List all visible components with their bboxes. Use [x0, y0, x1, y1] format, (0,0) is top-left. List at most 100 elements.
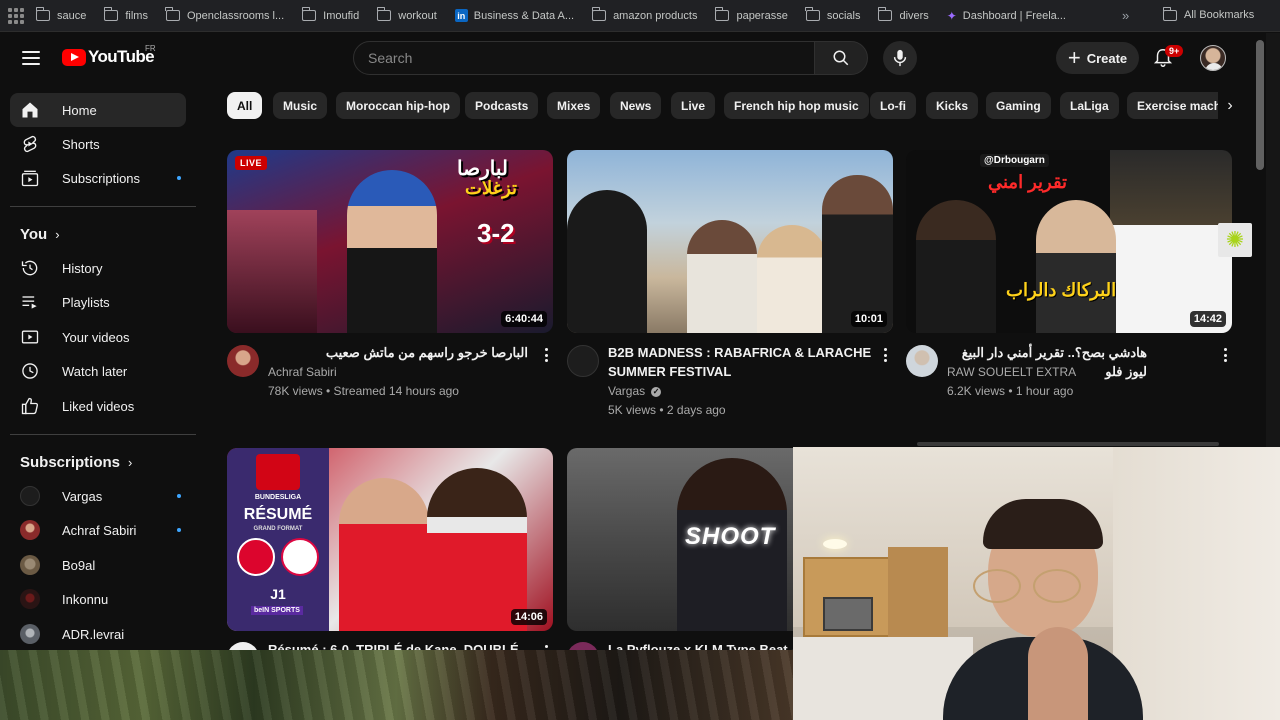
video-thumbnail[interactable]: @Drbougarn تقرير امني البركاك دالراب 14:…	[906, 150, 1232, 333]
chip-french-hip-hop-music[interactable]: French hip hop music	[724, 92, 869, 119]
sidebar-item-shorts[interactable]: Shorts	[10, 127, 186, 161]
video-meta: 78K views • Streamed 14 hours ago	[268, 384, 459, 398]
extension-widget-icon[interactable]: ✺	[1218, 223, 1252, 257]
sidebar-sub-inkonnu[interactable]: Inkonnu	[10, 582, 186, 616]
channel-avatar[interactable]	[906, 345, 938, 377]
new-content-dot	[177, 176, 181, 180]
bookmarks-bar: sauce films Openclassrooms l... Imoufid …	[0, 0, 1280, 32]
chip-music[interactable]: Music	[273, 92, 328, 119]
voice-search-button[interactable]	[883, 41, 917, 75]
sidebar-sub-vargas[interactable]: Vargas	[10, 479, 186, 513]
chip-lo-fi[interactable]: Lo-fi	[870, 92, 916, 119]
sidebar-subscriptions-heading[interactable]: Subscriptions ›	[20, 454, 132, 471]
bookmark-amazon-products[interactable]: amazon products	[591, 7, 697, 22]
chips-next-arrow-icon[interactable]: ›	[1218, 92, 1242, 119]
chip-podcasts[interactable]: Podcasts	[465, 92, 539, 119]
history-icon	[21, 260, 38, 276]
sidebar-item-playlists[interactable]: Playlists	[10, 285, 186, 319]
bookmark-paperasse[interactable]: paperasse	[714, 7, 788, 22]
youtube-logo[interactable]: YouTube	[62, 47, 155, 67]
sidebar-you-heading[interactable]: You ›	[20, 226, 60, 243]
video-title[interactable]: La Pyflouze x KLM Type Beat -	[608, 640, 798, 650]
video-title[interactable]: Résumé : 6-0, TRIPLÉ de Kane, DOUBLÉ	[268, 640, 528, 650]
more-options-icon[interactable]	[1223, 348, 1227, 362]
sidebar-sub-achraf-sabiri[interactable]: Achraf Sabiri	[10, 513, 186, 547]
dashboard-icon: ✦	[946, 8, 957, 23]
channel-name[interactable]: Vargas ✓	[608, 382, 662, 401]
bookmark-dashboard[interactable]: ✦ Dashboard | Freela...	[947, 10, 1066, 22]
search-button[interactable]	[814, 41, 868, 75]
your-videos-icon	[21, 330, 39, 344]
live-badge: LIVE	[235, 156, 268, 170]
search-icon	[833, 50, 849, 66]
video-thumbnail[interactable]: لبارصا تزغلات 3-2 LIVE 6:40:44	[227, 150, 553, 333]
all-bookmarks-button[interactable]: All Bookmarks	[1162, 6, 1254, 21]
more-options-icon[interactable]	[544, 348, 548, 362]
sidebar-divider	[10, 434, 196, 435]
sidebar-item-home[interactable]: Home	[10, 93, 186, 127]
chip-live[interactable]: Live	[671, 92, 716, 119]
chip-laliga[interactable]: LaLiga	[1060, 92, 1119, 119]
bookmark-sauce[interactable]: sauce	[35, 7, 86, 22]
bookmark-workout[interactable]: workout	[376, 7, 437, 22]
search-box[interactable]	[353, 41, 815, 75]
scrollbar-thumb[interactable]	[1256, 40, 1264, 170]
chip-kicks[interactable]: Kicks	[926, 92, 979, 119]
plus-icon: +	[1067, 45, 1081, 70]
sidebar-item-watch-later[interactable]: Watch later	[10, 354, 186, 388]
youtube-play-icon	[62, 48, 86, 66]
sidebar-item-liked-videos[interactable]: Liked videos	[10, 389, 186, 423]
desktop-wallpaper	[0, 650, 793, 720]
bookmark-business-data[interactable]: in Business & Data A...	[454, 9, 574, 22]
chip-exercise[interactable]: Exercise mach	[1127, 92, 1232, 119]
bookmark-imoufid[interactable]: Imoufid	[301, 7, 359, 22]
linkedin-icon: in	[454, 9, 468, 22]
bookmark-films[interactable]: films	[103, 7, 148, 22]
video-title[interactable]: B2B MADNESS : RABAFRICA & LARACHE SUMMER…	[608, 343, 876, 381]
video-meta: 5K views • 2 days ago	[608, 403, 726, 417]
channel-avatar	[20, 520, 40, 540]
menu-icon[interactable]	[22, 51, 40, 65]
video-duration: 6:40:44	[501, 311, 547, 327]
bookmark-openclassrooms[interactable]: Openclassrooms l...	[165, 7, 284, 22]
verified-check-icon: ✓	[651, 386, 662, 397]
video-thumbnail[interactable]: BUNDESLIGA RÉSUMÉ GRAND FORMAT J1 beIN S…	[227, 448, 553, 631]
chip-moroccan-hip-hop[interactable]: Moroccan hip-hop	[336, 92, 460, 119]
apps-grid-icon[interactable]	[8, 7, 24, 24]
sidebar-sub-adr-levrai[interactable]: ADR.levrai	[10, 617, 186, 650]
sidebar-item-history[interactable]: History	[10, 251, 186, 285]
chip-gaming[interactable]: Gaming	[986, 92, 1051, 119]
thumbs-up-icon	[21, 397, 38, 415]
channel-name[interactable]: RAW SOUEELT EXTRA	[947, 363, 1076, 382]
account-avatar[interactable]	[1200, 45, 1226, 71]
folder-icon	[877, 7, 893, 21]
channel-avatar[interactable]	[567, 345, 599, 377]
create-button[interactable]: + Create	[1056, 42, 1139, 74]
more-options-icon[interactable]	[883, 348, 887, 362]
bookmarks-overflow-button[interactable]: »	[1122, 8, 1129, 23]
video-duration: 14:42	[1189, 311, 1226, 327]
bookmark-socials[interactable]: socials	[805, 7, 860, 22]
microphone-icon	[893, 49, 907, 67]
sidebar-item-subscriptions[interactable]: Subscriptions	[10, 161, 186, 195]
playlists-icon	[22, 296, 37, 309]
subscriptions-icon	[21, 170, 39, 187]
search-input[interactable]	[368, 50, 814, 66]
video-title[interactable]: البارصا خرجو راسهم من ماتش صعيب	[268, 343, 528, 362]
channel-avatar	[20, 624, 40, 644]
new-content-dot	[177, 528, 181, 532]
channel-name[interactable]: Achraf Sabiri	[268, 363, 337, 382]
chip-mixes[interactable]: Mixes	[547, 92, 601, 119]
chip-all[interactable]: All	[227, 92, 263, 119]
bookmark-divers[interactable]: divers	[877, 7, 929, 22]
channel-avatar	[20, 486, 40, 506]
channel-avatar[interactable]	[227, 642, 259, 650]
sidebar-sub-bo9al[interactable]: Bo9al	[10, 548, 186, 582]
sidebar-item-your-videos[interactable]: Your videos	[10, 320, 186, 354]
channel-avatar[interactable]	[567, 642, 599, 650]
channel-avatar[interactable]	[227, 345, 259, 377]
watch-later-icon	[22, 363, 38, 379]
sidebar-divider	[10, 206, 196, 207]
chip-news[interactable]: News	[610, 92, 662, 119]
video-thumbnail[interactable]: 10:01	[567, 150, 893, 333]
